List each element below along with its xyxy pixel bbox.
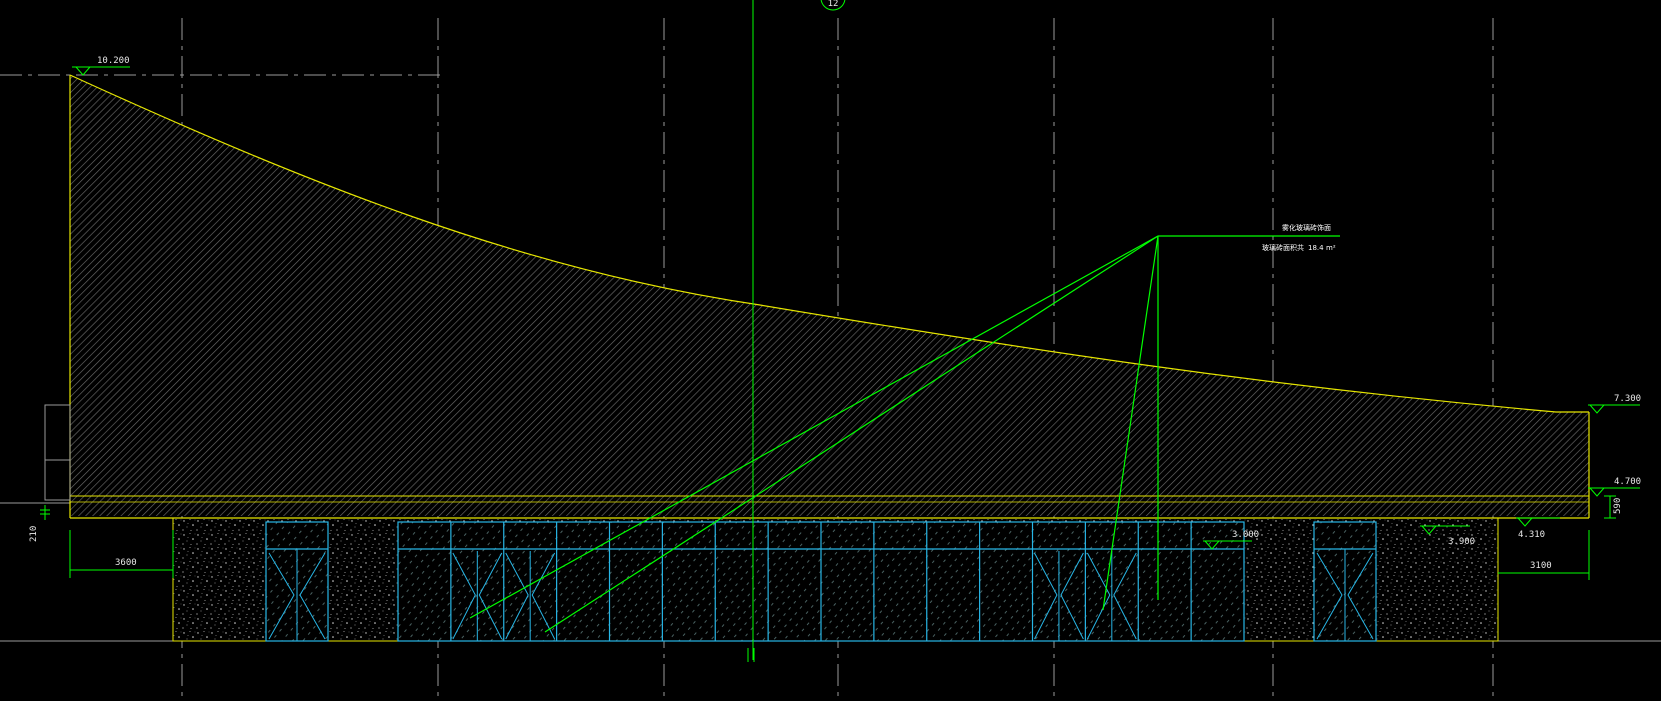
dimension-left-text: 3600 xyxy=(115,558,137,568)
axis-bubble: 12 xyxy=(820,0,846,11)
axis-bubble-label: 12 xyxy=(828,0,839,9)
annotation-line1: 雾化玻璃砖饰面 xyxy=(1282,223,1331,232)
level-right-mid-text: 4.700 xyxy=(1614,477,1641,487)
annotation-line2-label: 玻璃砖面积共 xyxy=(1262,243,1304,252)
roof-mass xyxy=(70,75,1589,516)
dimension-left-vertical-text: 210 xyxy=(29,526,39,542)
level-inner-a-text: 3.900 xyxy=(1448,537,1475,547)
curtain-wall xyxy=(265,521,1377,642)
level-right-top-text: 7.300 xyxy=(1614,394,1641,404)
dimension-right-vertical-text: 590 xyxy=(1613,498,1623,514)
left-side-box xyxy=(44,404,71,501)
dimension-right-text: 3100 xyxy=(1530,561,1552,571)
annotation-line2-value: 18.4 xyxy=(1308,244,1324,252)
dimension-left xyxy=(69,530,174,578)
level-marker-right-top: 7.300 xyxy=(1588,394,1641,414)
level-marker-right-mid: 4.700 xyxy=(1588,477,1641,497)
annotation-line2-unit: m² xyxy=(1326,244,1336,252)
level-top-text: 10.200 xyxy=(97,56,130,66)
level-marker-top: 10.200 xyxy=(72,56,130,76)
level-right-low-text: 4.310 xyxy=(1518,530,1545,540)
elevation-drawing: 12 雾化玻璃砖饰面 玻璃砖面积共 18.4 m² 10.200 7.300 4… xyxy=(0,0,1661,701)
level-marker-right-low: 4.310 xyxy=(1516,517,1560,540)
dimension-left-vertical xyxy=(40,505,50,520)
level-inner-b-text: 3.000 xyxy=(1232,530,1259,540)
